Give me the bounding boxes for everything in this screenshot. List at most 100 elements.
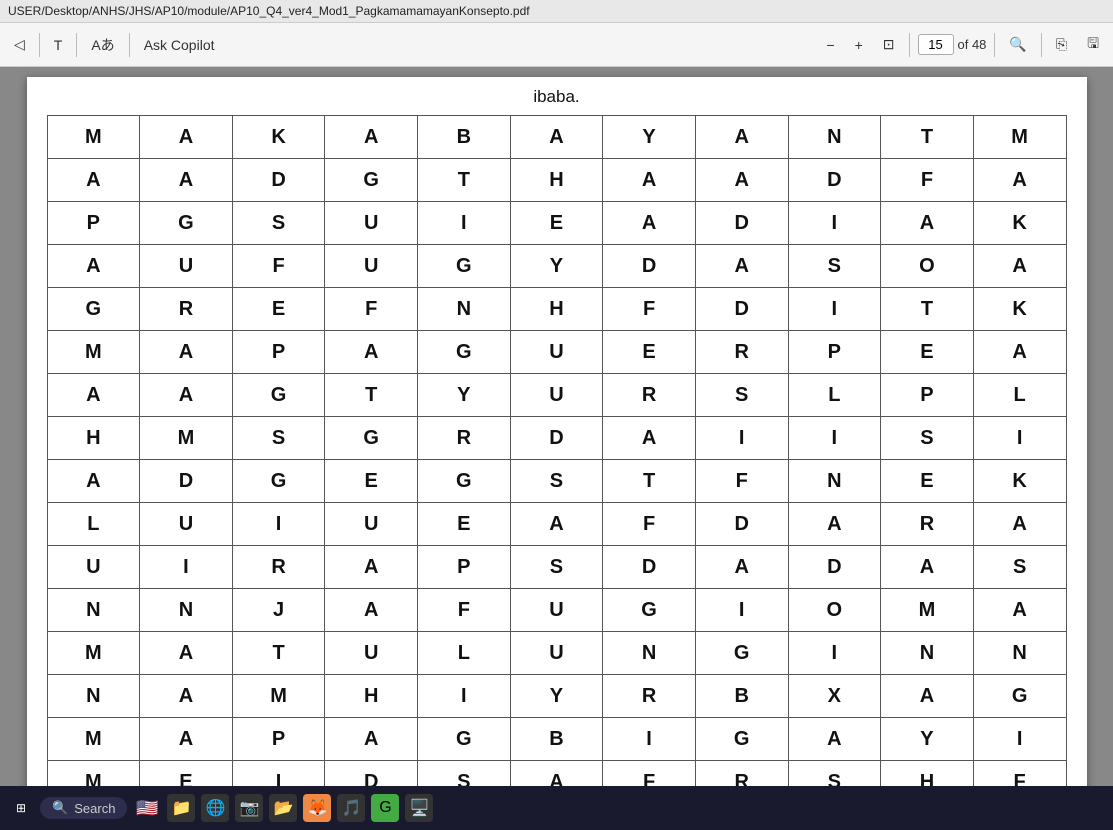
grid-cell: Y xyxy=(603,116,696,159)
grid-cell: A xyxy=(325,116,418,159)
grid-cell: D xyxy=(140,460,233,503)
taskbar-icon-7[interactable]: G xyxy=(371,794,399,822)
grid-cell: U xyxy=(325,245,418,288)
grid-cell: A xyxy=(695,116,788,159)
text-tool-button[interactable]: T xyxy=(48,33,69,57)
table-row: AADGTHAADFA xyxy=(47,159,1066,202)
share-button[interactable]: ⎘ xyxy=(1050,32,1073,57)
table-row: LUIUEAFDARA xyxy=(47,503,1066,546)
grid-cell: N xyxy=(973,632,1066,675)
grid-cell: T xyxy=(881,116,974,159)
grid-cell: F xyxy=(603,761,696,787)
grid-cell: F xyxy=(973,761,1066,787)
grid-cell: U xyxy=(47,546,140,589)
grid-cell: G xyxy=(695,718,788,761)
grid-cell: P xyxy=(232,718,325,761)
taskbar-icon-2[interactable]: 🌐 xyxy=(201,794,229,822)
grid-cell: N xyxy=(47,675,140,718)
grid-cell: E xyxy=(140,761,233,787)
grid-cell: F xyxy=(325,288,418,331)
grid-cell: R xyxy=(418,417,511,460)
grid-cell: T xyxy=(603,460,696,503)
grid-cell: A xyxy=(47,159,140,202)
grid-cell: D xyxy=(232,159,325,202)
ask-copilot-button[interactable]: Ask Copilot xyxy=(138,33,221,57)
grid-cell: S xyxy=(695,374,788,417)
table-row: ADGEGSTFNEK xyxy=(47,460,1066,503)
grid-cell: H xyxy=(510,288,603,331)
grid-cell: I xyxy=(232,503,325,546)
zoom-in-button[interactable]: + xyxy=(849,33,869,57)
grid-cell: K xyxy=(973,202,1066,245)
grid-cell: I xyxy=(418,675,511,718)
page-number-input[interactable] xyxy=(918,34,954,55)
grid-cell: A xyxy=(973,159,1066,202)
grid-cell: M xyxy=(47,116,140,159)
separator-2 xyxy=(76,33,77,57)
taskbar-icon-1[interactable]: 📁 xyxy=(167,794,195,822)
grid-cell: A xyxy=(603,417,696,460)
pdf-area: ibaba. MAKABAYANTMAADGTHAADFAPGSUIEADIAK… xyxy=(0,67,1113,786)
zoom-out-button[interactable]: − xyxy=(820,33,840,57)
grid-cell: T xyxy=(232,632,325,675)
grid-cell: F xyxy=(603,503,696,546)
taskbar: ⊞ 🔍 Search 🇺🇸 📁 🌐 📷 📂 🦊 🎵 G 🖥️ xyxy=(0,786,1113,830)
grid-cell: G xyxy=(325,159,418,202)
grid-cell: A xyxy=(140,632,233,675)
table-row: MATULUNGINN xyxy=(47,632,1066,675)
save-button[interactable]: 🖫 xyxy=(1081,29,1105,61)
grid-cell: H xyxy=(510,159,603,202)
grid-cell: A xyxy=(973,589,1066,632)
grid-cell: S xyxy=(510,460,603,503)
taskbar-icon-8[interactable]: 🖥️ xyxy=(405,794,433,822)
grid-cell: A xyxy=(881,546,974,589)
grid-cell: Y xyxy=(418,374,511,417)
grid-cell: O xyxy=(788,589,881,632)
read-aloud-button[interactable]: Aあ xyxy=(85,31,120,59)
table-row: HMSGRDAIISI xyxy=(47,417,1066,460)
grid-cell: K xyxy=(232,116,325,159)
table-row: NNJAFUGIOMA xyxy=(47,589,1066,632)
grid-cell: S xyxy=(232,417,325,460)
grid-cell: A xyxy=(788,503,881,546)
grid-cell: I xyxy=(788,417,881,460)
grid-cell: U xyxy=(140,245,233,288)
table-row: MAPAGUERPEA xyxy=(47,331,1066,374)
grid-cell: G xyxy=(232,374,325,417)
grid-cell: F xyxy=(695,460,788,503)
grid-cell: A xyxy=(510,116,603,159)
grid-cell: I xyxy=(695,589,788,632)
grid-cell: A xyxy=(47,460,140,503)
grid-cell: A xyxy=(973,245,1066,288)
taskbar-icon-4[interactable]: 📂 xyxy=(269,794,297,822)
grid-cell: Y xyxy=(510,245,603,288)
page-total: of 48 xyxy=(958,37,987,52)
grid-cell: R xyxy=(603,675,696,718)
windows-button[interactable]: ⊞ xyxy=(8,797,34,819)
grid-cell: E xyxy=(881,331,974,374)
grid-cell: M xyxy=(47,718,140,761)
grid-cell: F xyxy=(603,288,696,331)
search-button[interactable]: 🔍 xyxy=(1003,32,1032,57)
taskbar-icon-3[interactable]: 📷 xyxy=(235,794,263,822)
grid-cell: O xyxy=(881,245,974,288)
table-row: MEIDSAFRSHF xyxy=(47,761,1066,787)
taskbar-icon-5[interactable]: 🦊 xyxy=(303,794,331,822)
grid-cell: A xyxy=(140,159,233,202)
back-button[interactable]: ◁ xyxy=(8,32,31,57)
grid-cell: D xyxy=(788,546,881,589)
grid-cell: R xyxy=(695,761,788,787)
grid-cell: E xyxy=(418,503,511,546)
separator-6 xyxy=(1041,33,1042,57)
file-path: USER/Desktop/ANHS/JHS/AP10/module/AP10_Q… xyxy=(8,4,530,18)
grid-cell: N xyxy=(140,589,233,632)
grid-cell: T xyxy=(881,288,974,331)
grid-cell: A xyxy=(881,675,974,718)
grid-cell: R xyxy=(881,503,974,546)
grid-cell: M xyxy=(47,761,140,787)
grid-cell: Y xyxy=(881,718,974,761)
grid-cell: R xyxy=(232,546,325,589)
fit-page-button[interactable]: ⊡ xyxy=(877,32,901,57)
grid-cell: I xyxy=(418,202,511,245)
taskbar-icon-6[interactable]: 🎵 xyxy=(337,794,365,822)
